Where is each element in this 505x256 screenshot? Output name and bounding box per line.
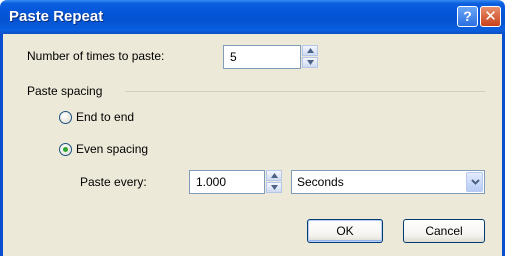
paste-repeat-dialog: Paste Repeat ? ✕ Number of times to past… [0, 0, 505, 256]
paste-every-spinner [266, 170, 282, 194]
window-title: Paste Repeat [9, 8, 104, 25]
title-bar[interactable]: Paste Repeat ? ✕ [0, 0, 505, 34]
time-unit-select[interactable]: Seconds [291, 170, 485, 194]
close-icon: ✕ [484, 8, 497, 25]
cancel-button[interactable]: Cancel [403, 219, 485, 243]
end-to-end-label[interactable]: End to end [76, 110, 134, 124]
paste-every-label: Paste every: [80, 175, 147, 189]
repeat-count-input[interactable]: 5 [223, 45, 301, 69]
close-button[interactable]: ✕ [480, 6, 501, 27]
spin-up-icon [307, 48, 314, 53]
radio-selected-dot [63, 147, 68, 152]
even-spacing-radio[interactable] [59, 143, 72, 156]
paste-every-down-button[interactable] [266, 182, 282, 193]
repeat-count-label: Number of times to paste: [27, 49, 165, 63]
paste-spacing-group-label: Paste spacing [27, 84, 103, 98]
help-button[interactable]: ? [457, 6, 478, 27]
ok-button[interactable]: OK [307, 219, 383, 243]
time-unit-value: Seconds [297, 175, 344, 189]
help-icon: ? [463, 8, 472, 24]
paste-every-up-button[interactable] [266, 170, 282, 181]
spin-down-icon [307, 60, 314, 65]
repeat-count-up-button[interactable] [302, 45, 318, 56]
dialog-body: Number of times to paste: 5 Paste spacin… [0, 34, 505, 256]
chevron-down-icon [471, 179, 480, 185]
spin-up-icon [271, 173, 278, 178]
repeat-count-down-button[interactable] [302, 57, 318, 68]
time-unit-dropdown-button[interactable] [466, 172, 483, 192]
repeat-count-spinner [302, 45, 318, 69]
end-to-end-radio[interactable] [59, 111, 72, 124]
group-separator [125, 91, 485, 92]
even-spacing-label[interactable]: Even spacing [76, 142, 148, 156]
spin-down-icon [271, 185, 278, 190]
paste-every-input[interactable]: 1.000 [189, 170, 265, 194]
